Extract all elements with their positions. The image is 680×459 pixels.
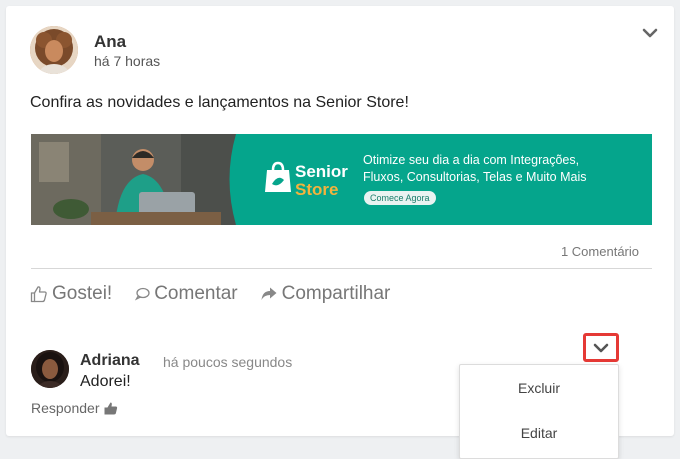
banner-headline: Otimize seu dia a dia com Integrações, F… — [363, 153, 587, 184]
thumbs-up-icon[interactable] — [104, 402, 118, 415]
comment-label: Comentar — [154, 283, 238, 304]
senior-store-banner[interactable]: Senior Store Otimize seu dia a dia com I… — [31, 134, 652, 225]
comment-bubble-icon — [135, 287, 150, 301]
comment-options-menu: Excluir Editar — [459, 364, 619, 459]
menu-item-excluir[interactable]: Excluir — [460, 365, 618, 410]
share-button[interactable]: Compartilhar — [260, 283, 391, 305]
post-text: Confira as novidades e lançamentos na Se… — [30, 94, 409, 111]
chevron-down-icon — [593, 343, 609, 352]
thumbs-up-icon — [30, 286, 47, 303]
banner-brand-store: Store — [295, 180, 339, 199]
commenter-avatar[interactable] — [31, 350, 69, 388]
post-options-chevron-icon[interactable] — [642, 26, 658, 40]
comment-button[interactable]: Comentar — [134, 283, 238, 305]
like-button[interactable]: Gostei! — [30, 283, 112, 305]
comment-count-link[interactable]: 1 Comentário — [561, 244, 639, 259]
banner-cta-button[interactable]: Comece Agora — [364, 191, 436, 205]
share-label: Compartilhar — [281, 283, 391, 304]
reply-label: Responder — [31, 400, 100, 416]
like-label: Gostei! — [52, 283, 113, 304]
post-actions: Gostei! Comentar Compartilhar — [30, 282, 412, 306]
share-arrow-icon — [261, 287, 277, 300]
comment-timestamp: há poucos segundos — [163, 354, 293, 370]
comment-options-button[interactable] — [583, 333, 619, 362]
banner-brand-senior: Senior — [295, 162, 348, 181]
divider — [31, 268, 652, 269]
banner-photo — [31, 134, 271, 225]
senior-store-logo-icon — [263, 160, 293, 194]
reply-button[interactable]: Responder — [31, 400, 118, 416]
comment-author[interactable]: Adriana — [80, 352, 140, 370]
post-timestamp: há 7 horas — [94, 53, 161, 69]
menu-item-editar[interactable]: Editar — [460, 410, 618, 455]
author-avatar[interactable] — [30, 26, 78, 74]
comment-text: Adorei! — [80, 373, 131, 390]
author-name[interactable]: Ana — [94, 32, 126, 52]
